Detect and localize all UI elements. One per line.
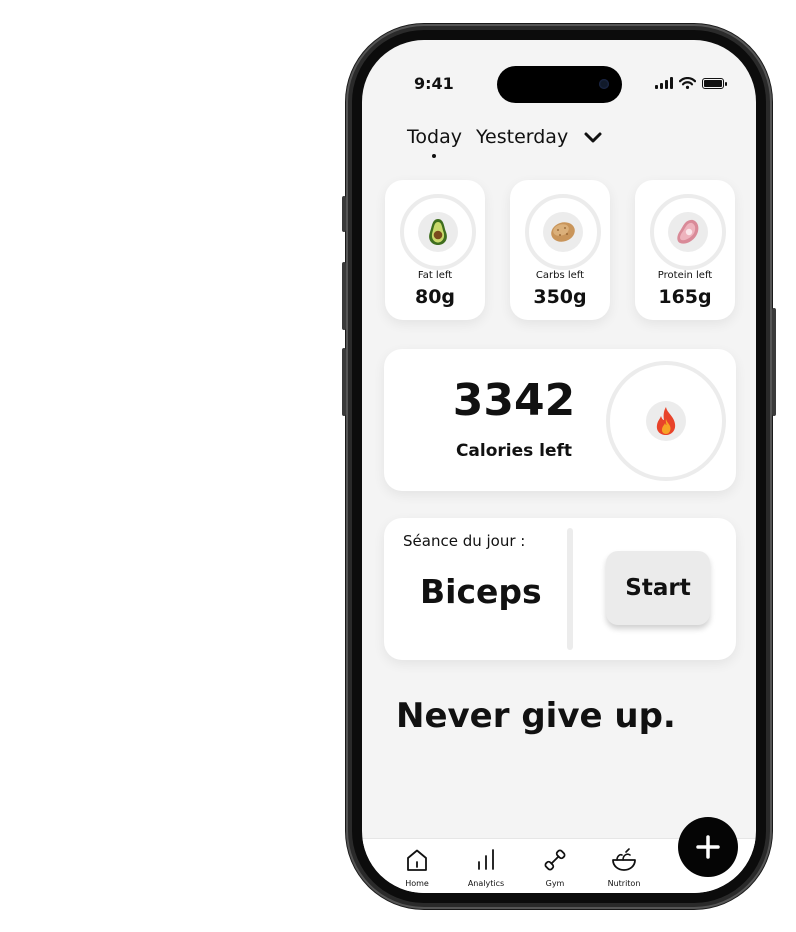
action-button [342, 196, 346, 232]
protein-ring [650, 194, 726, 270]
calories-card[interactable]: 3342 Calories left [384, 349, 736, 491]
nav-item-nutrition[interactable]: Nutriton [594, 847, 654, 888]
dumbbell-icon [544, 849, 566, 871]
workout-card: Séance du jour : Biceps Start [384, 518, 736, 660]
protein-card[interactable]: Protein left 165g [635, 180, 735, 320]
plus-icon [696, 835, 720, 859]
analytics-icon [478, 849, 494, 870]
meat-icon [668, 212, 708, 252]
avocado-icon [418, 212, 458, 252]
add-button[interactable] [678, 817, 738, 877]
nav-label-gym: Gym [545, 879, 565, 888]
volume-down-button [342, 348, 346, 416]
camera-icon [599, 79, 609, 89]
fire-icon [646, 401, 686, 441]
protein-value: 165g [658, 286, 712, 308]
calories-label: Calories left [455, 441, 573, 461]
battery-icon [702, 77, 727, 89]
workout-label: Séance du jour : [403, 532, 526, 550]
carbs-label: Carbs left [535, 270, 585, 281]
volume-up-button [342, 262, 346, 330]
nav-label-home: Home [405, 879, 429, 888]
fat-value: 80g [414, 286, 456, 308]
tab-yesterday-label: Yesterday [475, 126, 569, 148]
nav-item-gym[interactable]: Gym [525, 847, 585, 888]
carbs-card[interactable]: Carbs left 350g [510, 180, 610, 320]
carbs-value: 350g [533, 286, 587, 308]
home-icon [407, 849, 427, 871]
nav-item-analytics[interactable]: Analytics [456, 847, 516, 888]
calories-ring [606, 361, 726, 481]
fat-label: Fat left [417, 270, 453, 281]
salad-bowl-icon [612, 848, 636, 871]
cellular-signal-icon [655, 77, 673, 89]
potato-icon [543, 212, 583, 252]
motivational-quote: Never give up. [396, 696, 676, 736]
status-icons [655, 77, 727, 89]
app-screen: 9:41 Today Yesterday Fat left 80g Carbs … [362, 40, 756, 893]
day-tabs: Today Yesterday [407, 126, 604, 158]
fat-card[interactable]: Fat left 80g [385, 180, 485, 320]
start-workout-button[interactable]: Start [606, 551, 710, 625]
status-time: 9:41 [414, 74, 454, 93]
power-button [772, 308, 776, 416]
chevron-down-icon[interactable] [582, 126, 604, 148]
wifi-icon [679, 77, 696, 89]
nav-item-home[interactable]: Home [387, 847, 447, 888]
phone-frame: 9:41 Today Yesterday Fat left 80g Carbs … [342, 24, 776, 909]
tab-today-label: Today [407, 126, 462, 148]
nav-label-nutrition: Nutriton [607, 879, 641, 888]
calories-value: 3342 [452, 375, 576, 426]
carbs-ring [525, 194, 601, 270]
active-tab-indicator [432, 154, 437, 158]
nav-label-analytics: Analytics [467, 879, 505, 888]
workout-name: Biceps [420, 572, 542, 611]
fat-ring [400, 194, 476, 270]
tab-today[interactable]: Today [407, 126, 462, 158]
protein-label: Protein left [657, 270, 713, 281]
tab-yesterday[interactable]: Yesterday [476, 126, 568, 148]
card-divider [567, 528, 573, 650]
dynamic-island [497, 66, 622, 103]
